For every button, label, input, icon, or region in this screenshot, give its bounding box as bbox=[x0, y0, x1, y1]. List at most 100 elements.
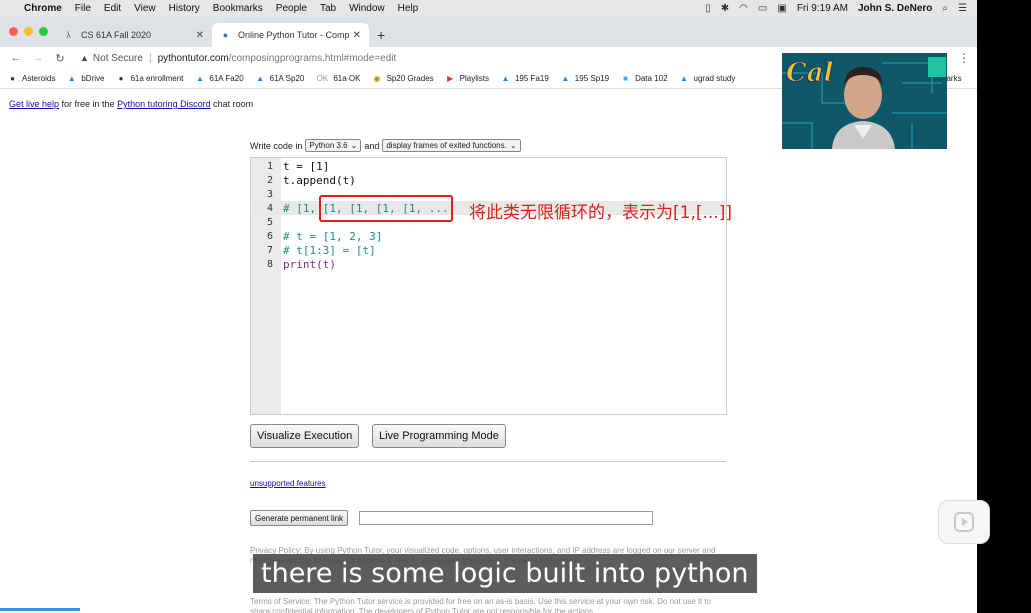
bookmark-item[interactable]: ■ Data 102 bbox=[621, 74, 667, 83]
line-number: 5 bbox=[266, 216, 273, 228]
bookmark-item[interactable]: ▲ 61A Fa20 bbox=[195, 74, 244, 83]
line-number: 2 bbox=[266, 174, 273, 186]
permanent-link-field[interactable] bbox=[359, 511, 653, 525]
close-window-button[interactable] bbox=[9, 27, 18, 36]
menu-window[interactable]: Window bbox=[349, 3, 385, 14]
bookmark-label: ugrad study bbox=[693, 74, 736, 83]
unsupported-features-link[interactable]: unsupported features bbox=[250, 479, 326, 488]
drive-icon: ▲ bbox=[256, 74, 265, 83]
bookmark-icon: ● bbox=[10, 74, 15, 83]
menu-view[interactable]: View bbox=[134, 3, 156, 14]
tab-close-icon[interactable]: ✕ bbox=[353, 30, 361, 41]
menu-file[interactable]: File bbox=[75, 3, 91, 14]
drive-icon: ▲ bbox=[680, 74, 688, 83]
code-line[interactable]: 8 print(t) bbox=[251, 257, 336, 271]
mac-menubar: Chrome File Edit View History Bookmarks … bbox=[0, 0, 977, 17]
webcam-video: Cal bbox=[782, 53, 947, 149]
menu-help[interactable]: Help bbox=[398, 3, 419, 14]
new-tab-icon[interactable]: + bbox=[377, 23, 385, 47]
bookmark-item[interactable]: ▲ bDrive bbox=[67, 74, 105, 83]
bookmark-label: Playlists bbox=[459, 74, 489, 83]
reload-icon[interactable]: ↻ bbox=[52, 52, 68, 65]
security-label: Not Secure bbox=[92, 52, 143, 64]
chevron-down-icon: ⌄ bbox=[350, 141, 358, 150]
language-select[interactable]: Python 3.6 ⌄ bbox=[305, 139, 362, 152]
menu-people[interactable]: People bbox=[276, 3, 307, 14]
code-line[interactable]: 7 # t[1:3] = [t] bbox=[251, 243, 376, 257]
bookmark-item[interactable]: ◉ Sp20 Grades bbox=[373, 74, 434, 83]
tab-title: Online Python Tutor - Compo bbox=[238, 30, 349, 40]
mic-icon[interactable]: ▯ bbox=[705, 3, 711, 14]
menu-history[interactable]: History bbox=[169, 3, 200, 14]
menu-app-name[interactable]: Chrome bbox=[24, 3, 62, 14]
visualize-execution-button[interactable]: Visualize Execution bbox=[250, 424, 360, 448]
bookmark-item[interactable]: ▲ 195 Sp19 bbox=[561, 74, 609, 83]
menu-kebab-icon[interactable]: ⋮ bbox=[958, 51, 970, 65]
zoom-window-button[interactable] bbox=[39, 27, 48, 36]
bookmark-item[interactable]: ● 61a enrollment bbox=[116, 74, 184, 83]
code-line[interactable]: 1 t = [1] bbox=[251, 159, 329, 173]
line-number: 3 bbox=[266, 188, 273, 200]
spotlight-icon[interactable]: ⌕ bbox=[942, 3, 948, 14]
frames-select[interactable]: display frames of exited functions. ⌄ bbox=[382, 139, 521, 152]
code-line[interactable]: 3 bbox=[251, 187, 283, 201]
wifi-icon[interactable]: ◠ bbox=[739, 3, 748, 14]
bookmark-item[interactable]: ▶ Playlists bbox=[446, 74, 489, 83]
help-text-end: chat room bbox=[210, 99, 254, 109]
tab-cs61a[interactable]: λ CS 61A Fall 2020 ✕ bbox=[55, 23, 212, 47]
bookmark-item[interactable]: ▲ 195 Fa19 bbox=[501, 74, 549, 83]
python-icon: ● bbox=[222, 30, 229, 40]
video-progress-bar[interactable] bbox=[0, 608, 80, 611]
lambda-icon: λ bbox=[66, 30, 71, 40]
menubar-clock[interactable]: Fri 9:19 AM bbox=[797, 3, 848, 14]
forward-icon[interactable]: → bbox=[30, 52, 46, 64]
screen-icon[interactable]: ▣ bbox=[777, 3, 786, 14]
folder-icon: ■ bbox=[623, 74, 628, 83]
code-text: # t[1:3] = [t] bbox=[283, 243, 376, 257]
tab-close-icon[interactable]: ✕ bbox=[196, 30, 204, 41]
bookmark-label: 195 Fa19 bbox=[514, 74, 549, 83]
live-help-link[interactable]: Get live help bbox=[9, 99, 59, 109]
write-code-label: Write code in bbox=[250, 140, 303, 151]
back-icon[interactable]: ← bbox=[8, 52, 24, 64]
live-programming-button[interactable]: Live Programming Mode bbox=[372, 424, 506, 448]
url-path: /composingprograms.html#mode=edit bbox=[228, 52, 397, 64]
help-text: for free in the bbox=[59, 99, 118, 109]
menubar-user[interactable]: John S. DeNero bbox=[858, 3, 932, 14]
code-line[interactable]: 6 # t = [1, 2, 3] bbox=[251, 229, 382, 243]
control-center-icon[interactable]: ☰ bbox=[958, 3, 967, 14]
warning-icon[interactable]: ▲ bbox=[80, 53, 89, 63]
bookmark-item[interactable]: OK 61a OK bbox=[316, 74, 361, 83]
tab-python-tutor[interactable]: ● Online Python Tutor - Compo ✕ bbox=[212, 23, 369, 47]
bookmark-item[interactable]: ▲ 61A Sp20 bbox=[256, 74, 304, 83]
menu-bookmarks[interactable]: Bookmarks bbox=[213, 3, 263, 14]
line-number: 4 bbox=[266, 202, 273, 214]
grades-icon: ◉ bbox=[373, 74, 381, 83]
menu-tab[interactable]: Tab bbox=[320, 3, 336, 14]
webcam-image: Cal bbox=[782, 53, 947, 149]
minimize-window-button[interactable] bbox=[24, 27, 33, 36]
bluetooth-icon[interactable]: ✱ bbox=[721, 3, 729, 14]
code-line[interactable]: 5 bbox=[251, 215, 283, 229]
bookmark-icon: ● bbox=[118, 74, 124, 83]
terms-of-service-text: Terms of Service: The Python Tutor servi… bbox=[250, 597, 711, 613]
generate-permanent-link-button[interactable]: Generate permanent link bbox=[250, 510, 349, 526]
battery-icon[interactable]: ▭ bbox=[758, 3, 767, 14]
code-text: t = [1] bbox=[283, 159, 330, 173]
discord-link[interactable]: Python tutoring Discord bbox=[117, 99, 211, 109]
annotation-highlight-box bbox=[319, 195, 453, 222]
menu-edit[interactable]: Edit bbox=[104, 3, 121, 14]
tab-strip: λ CS 61A Fall 2020 ✕ ● Online Python Tut… bbox=[0, 17, 977, 47]
floating-play-button[interactable] bbox=[938, 500, 990, 544]
code-line[interactable]: 2 t.append(t) bbox=[251, 173, 356, 187]
frames-value: display frames of exited functions. bbox=[386, 141, 507, 150]
bookmark-label: 61a OK bbox=[333, 74, 361, 83]
drive-icon: ▲ bbox=[501, 74, 510, 83]
code-text: # t = [1, 2, 3] bbox=[283, 229, 383, 243]
address-bar[interactable]: ▲ Not Secure | pythontutor.com /composin… bbox=[80, 53, 396, 64]
help-line: Get live help for free in the Python tut… bbox=[9, 99, 253, 109]
chevron-down-icon: ⌄ bbox=[509, 141, 517, 150]
bookmark-label: bDrive bbox=[81, 74, 105, 83]
bookmark-item[interactable]: ● Asteroids bbox=[8, 74, 55, 83]
bookmark-item[interactable]: ▲ ugrad study bbox=[680, 74, 736, 83]
